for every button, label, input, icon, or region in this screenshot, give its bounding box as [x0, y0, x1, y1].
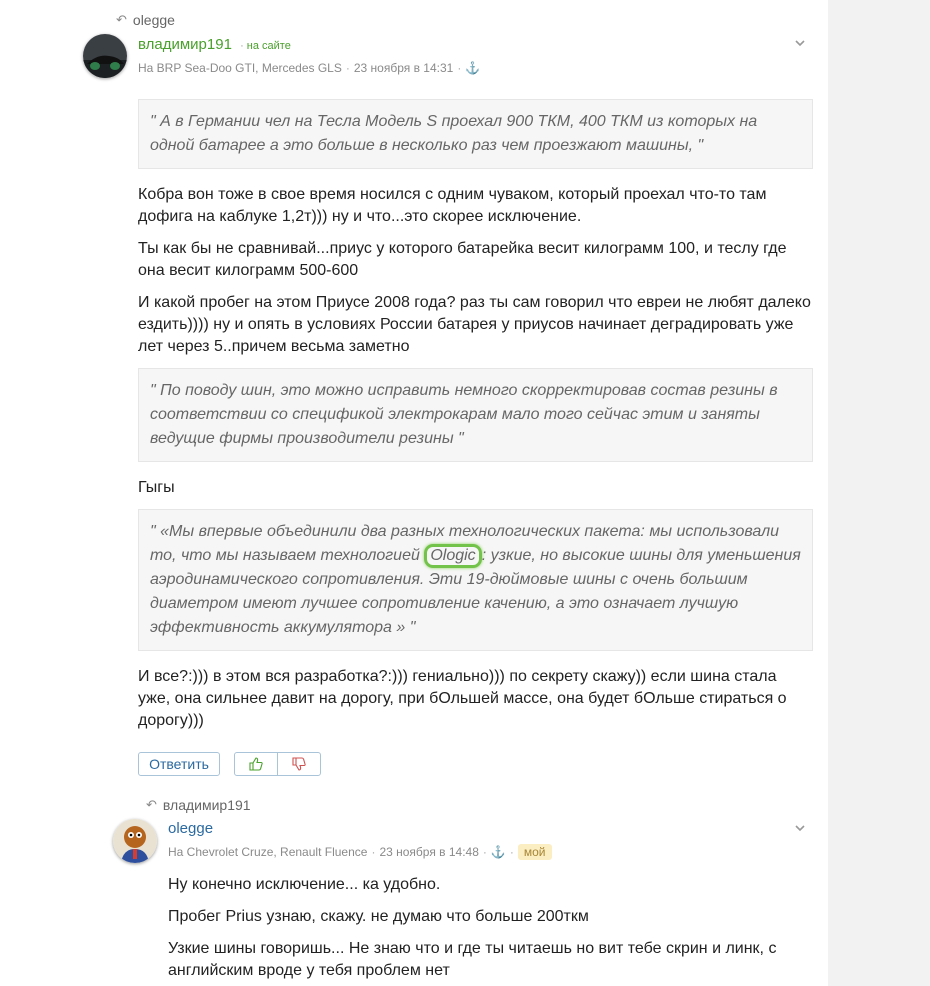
comment-paragraph: Ну конечно исключение... ка удобно. [168, 876, 441, 893]
comment-date[interactable]: 23 ноября в 14:48 [379, 845, 478, 859]
avatar-image-icon [113, 819, 157, 863]
reply-to-username[interactable]: владимир191 [163, 797, 251, 813]
comment-author: владимир191 · на сайте [138, 36, 291, 53]
quote-block: " «Мы впервые объединили два разных техн… [138, 509, 813, 651]
chevron-down-icon[interactable] [794, 822, 808, 836]
comment-meta: На BRP Sea-Doo GTI, Mercedes GLS · 23 нояб… [138, 61, 481, 75]
comment-paragraph: И все?:))) в этом вся разработка?:))) ге… [138, 668, 787, 729]
comment-text: Пробег Prius узнаю, скажу. не думаю что … [168, 906, 813, 928]
avatar[interactable] [83, 34, 127, 78]
vote-buttons [234, 752, 321, 776]
reply-to-indicator[interactable]: ↶ olegge [116, 12, 175, 28]
comment-date[interactable]: 23 ноября в 14:31 [354, 61, 453, 75]
highlighted-term: Ologic [424, 544, 482, 568]
author-cars[interactable]: На BRP Sea-Doo GTI, Mercedes GLS [138, 61, 342, 75]
reply-arrow-icon: ↶ [146, 797, 157, 812]
comment-paragraph: Гыгы [138, 479, 175, 496]
comment-text: Гыгы [138, 477, 813, 499]
comment-text: Кобра вон тоже в свое время носился с од… [138, 184, 813, 228]
comment-meta: На Chevrolet Cruze, Renault Fluence · 23 н… [168, 844, 552, 860]
anchor-icon[interactable]: ⚓ [465, 61, 480, 75]
quote-block: " По поводу шин, это можно исправить нем… [138, 368, 813, 462]
comment-paragraph: Пробег Prius узнаю, скажу. не думаю что … [168, 908, 589, 925]
own-comment-badge: мой [517, 844, 552, 860]
avatar-image-icon [83, 34, 127, 78]
quote-block: " А в Германии чел на Тесла Модель S про… [138, 99, 813, 169]
reply-arrow-icon: ↶ [116, 12, 127, 27]
author-link[interactable]: владимир191 [138, 36, 232, 53]
comment-paragraph: Ты как бы не сравнивай...приус у которог… [138, 240, 787, 279]
comment-text: И какой пробег на этом Приусе 2008 года?… [138, 292, 813, 358]
reply-to-username[interactable]: olegge [133, 12, 175, 28]
comment-author: olegge [168, 820, 213, 837]
author-cars[interactable]: На Chevrolet Cruze, Renault Fluence [168, 845, 367, 859]
comment-text: Ты как бы не сравнивай...приус у которог… [138, 238, 813, 282]
online-status: · на сайте [240, 40, 291, 52]
thumbs-down-icon[interactable] [277, 753, 320, 775]
chevron-down-icon[interactable] [794, 37, 808, 51]
comment-paragraph: Узкие шины говоришь... Не знаю что и где… [168, 940, 777, 979]
reply-button[interactable]: Ответить [138, 752, 220, 776]
author-link[interactable]: olegge [168, 820, 213, 837]
comment-text: Ну конечно исключение... ка удобно. [168, 874, 813, 896]
comment-paragraph: Кобра вон тоже в свое время носился с од… [138, 186, 767, 225]
reply-to-indicator[interactable]: ↶ владимир191 [146, 797, 251, 813]
right-sidebar [828, 0, 930, 986]
thumbs-up-icon[interactable] [235, 753, 277, 775]
avatar[interactable] [113, 819, 157, 863]
comment-paragraph: И какой пробег на этом Приусе 2008 года?… [138, 294, 811, 355]
comment-text: Узкие шины говоришь... Не знаю что и где… [168, 938, 813, 982]
comment-text: И все?:))) в этом вся разработка?:))) ге… [138, 666, 813, 732]
anchor-icon[interactable]: ⚓ [491, 845, 506, 859]
